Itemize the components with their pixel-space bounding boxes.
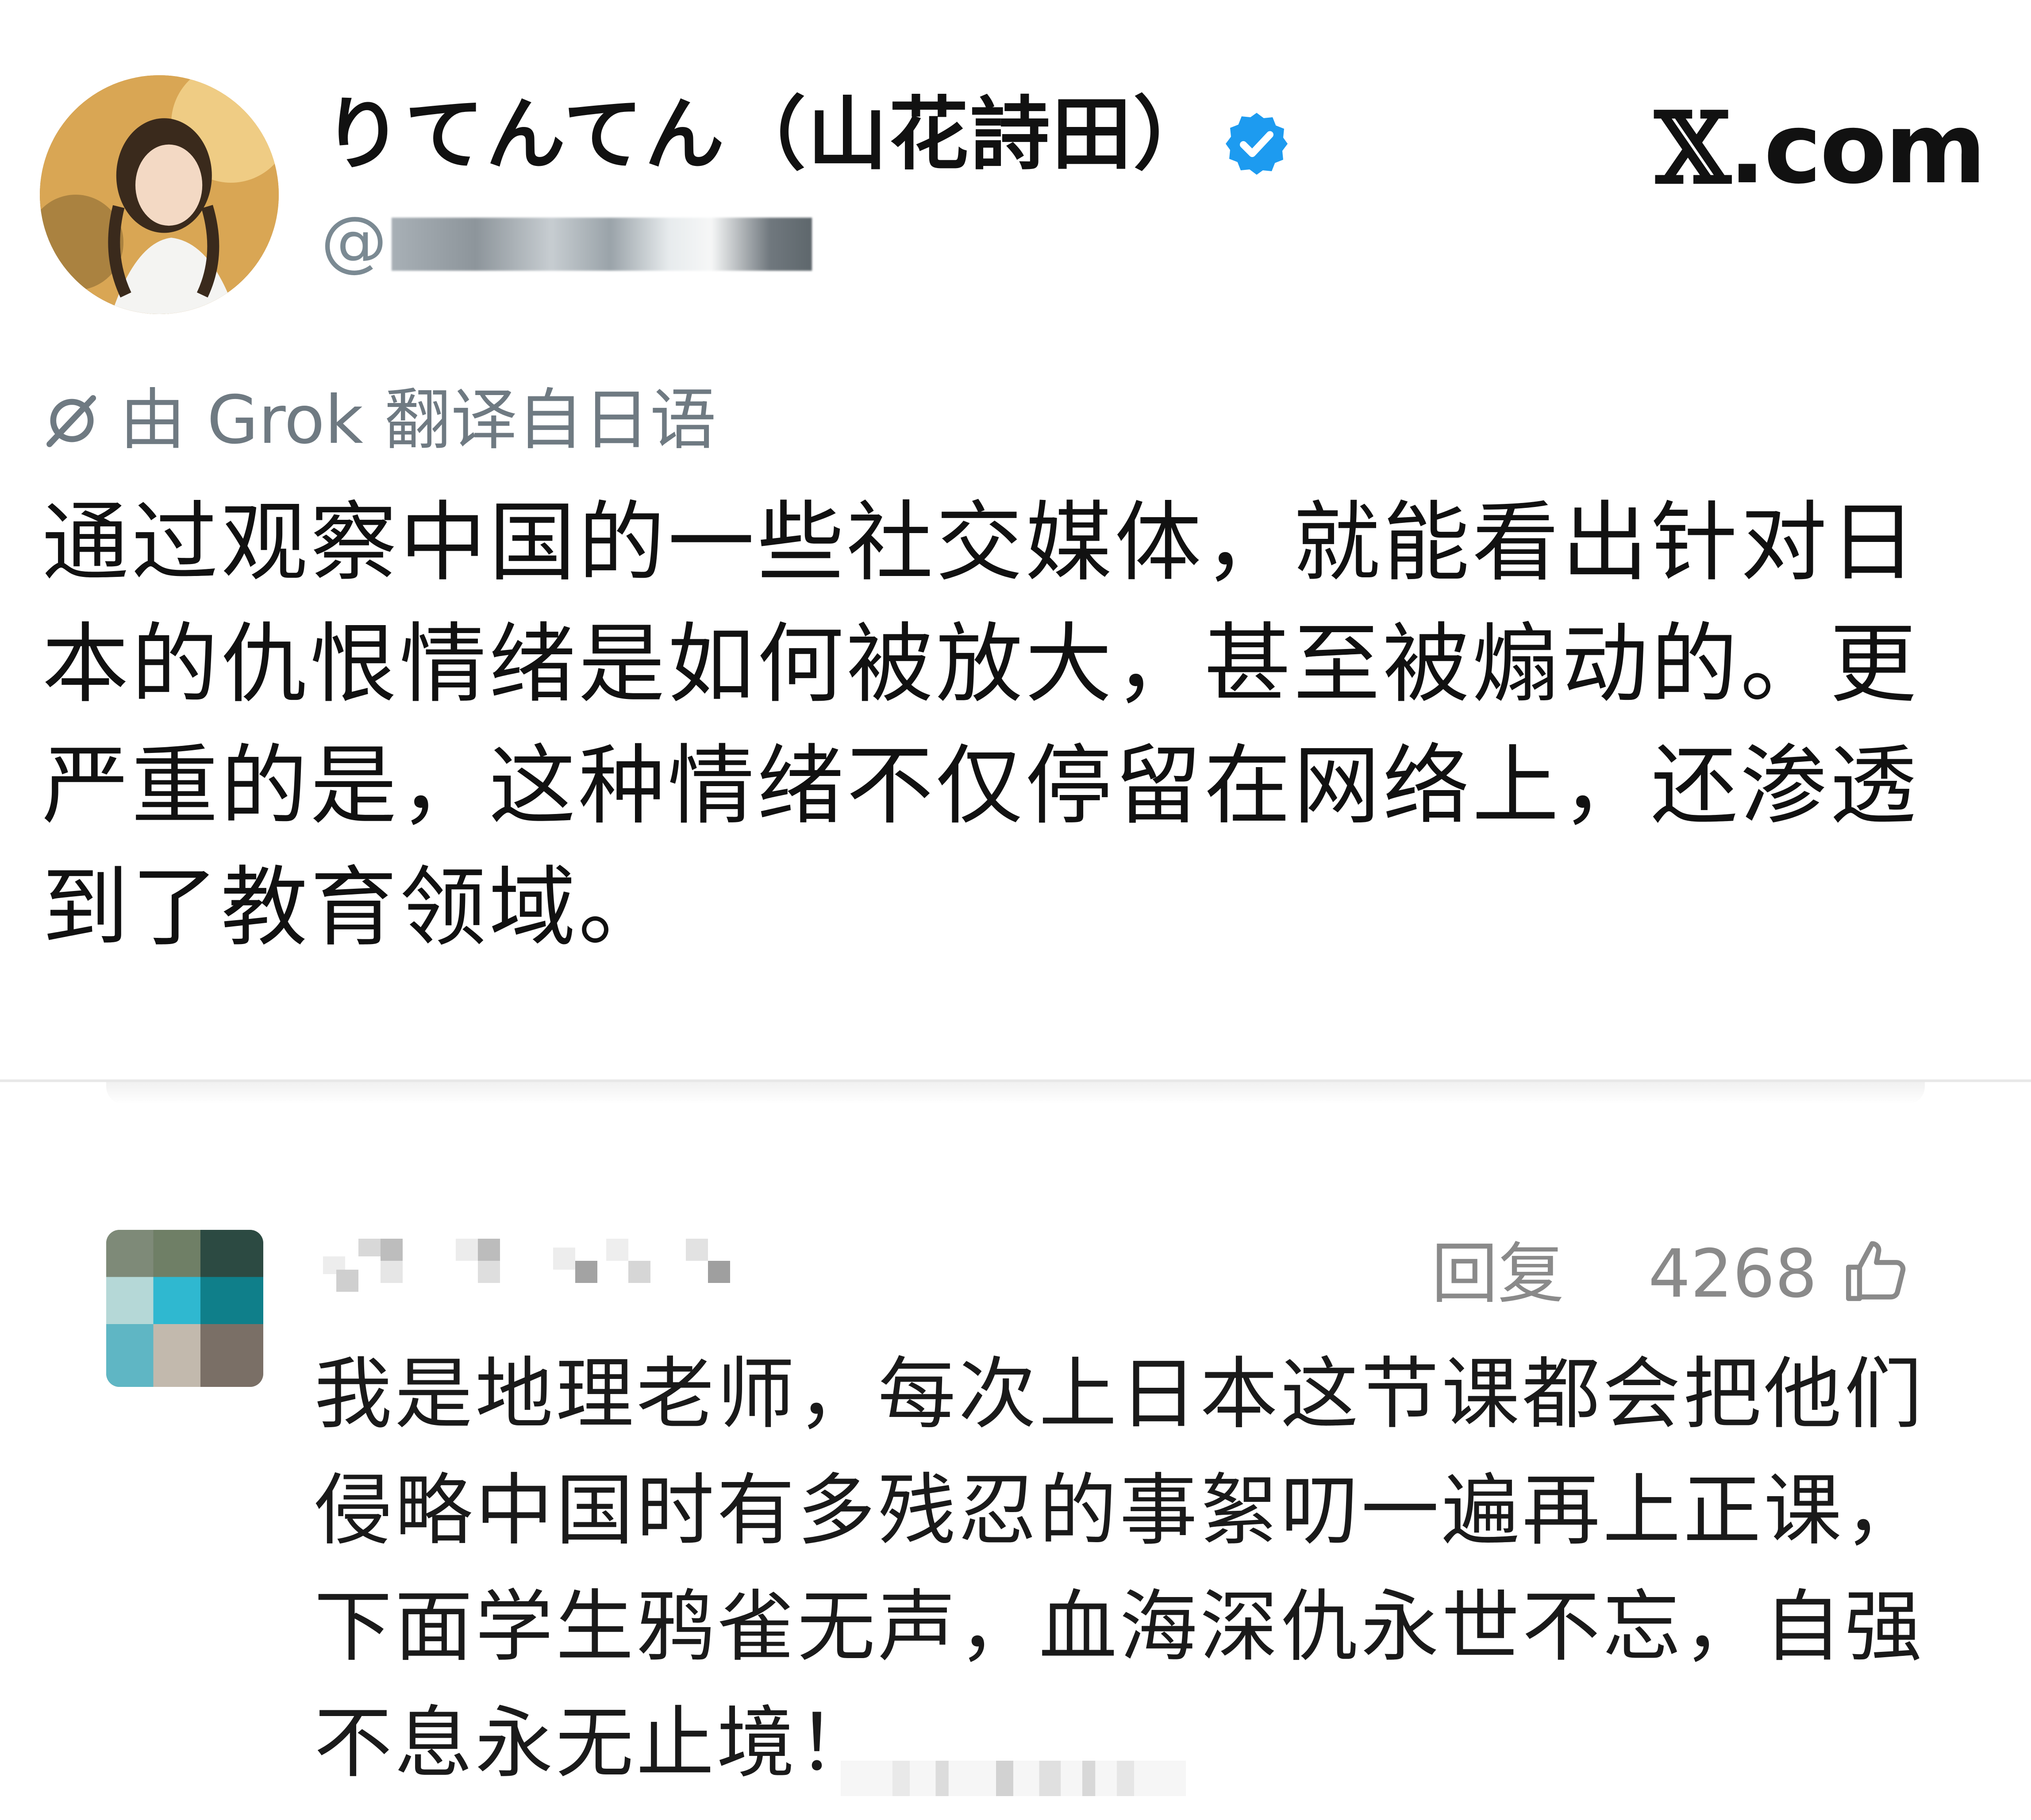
comment-text: 我是地理老师，每次上日本这节课都会把他们侵略中国时有多残忍的事絮叨一遍再上正课，… — [314, 1349, 1925, 1789]
post-card: りてんてん（山花詩田） @ 𝕏.com 由 Grok 翻译自日语 通过观察中国的… — [0, 0, 2031, 1079]
verified-badge-icon — [1226, 113, 1288, 175]
commenter-name-redaction — [323, 1239, 942, 1296]
author-avatar[interactable] — [40, 75, 279, 314]
thumbs-up-icon[interactable] — [1841, 1234, 1916, 1309]
commenter-avatar[interactable] — [106, 1230, 263, 1387]
post-body-text: 通过观察中国的一些社交媒体，就能看出针对日本的仇恨情绪是如何被放大，甚至被煽动的… — [42, 492, 1919, 958]
reply-button[interactable]: 回复 — [1431, 1241, 1564, 1307]
x-com-logo: 𝕏.com — [1655, 100, 1986, 198]
handle-redaction — [392, 218, 812, 271]
handle-prefix: @ — [321, 203, 387, 280]
watermark-redaction — [841, 1752, 1186, 1801]
grok-icon — [46, 395, 96, 447]
x-logo-icon: 𝕏 — [1655, 91, 1731, 205]
divider-shadow — [106, 1082, 1925, 1104]
author-handle[interactable]: @ — [321, 208, 387, 274]
author-display-name[interactable]: りてんてん（山花詩田） — [323, 95, 1215, 175]
like-count: 4268 — [1648, 1236, 1817, 1313]
translation-notice[interactable]: 由 Grok 翻译自日语 — [42, 383, 716, 458]
translation-label: 由 Grok 翻译自日语 — [119, 382, 716, 459]
logo-domain: .com — [1728, 92, 1986, 205]
